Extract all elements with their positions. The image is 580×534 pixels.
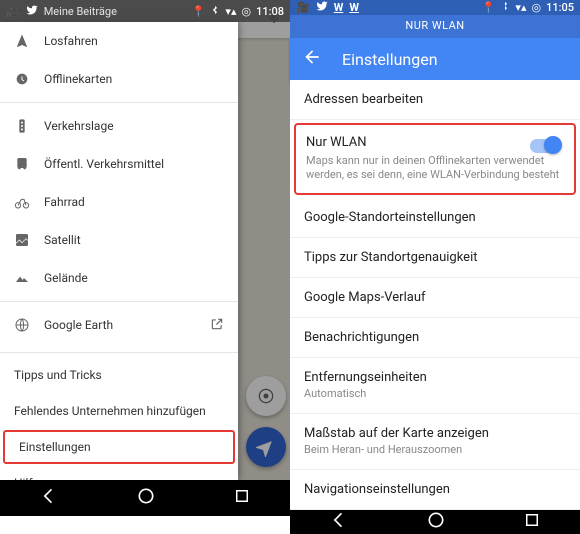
drawer-label: Satellit: [44, 233, 81, 247]
drawer-item-offlinekarten[interactable]: Offlinekarten: [0, 60, 238, 98]
drawer-item-transit[interactable]: Öffentl. Verkehrsmittel: [0, 145, 238, 183]
map-content: Losfahren Offlinekarten Verkehrslage Öff…: [0, 0, 290, 480]
appbar-title: Einstellungen: [342, 50, 438, 69]
drawer-item-traffic[interactable]: Verkehrslage: [0, 107, 238, 145]
setting-notifications[interactable]: Benachrichtigungen: [290, 318, 580, 358]
back-arrow-icon[interactable]: [302, 47, 322, 71]
bluetooth-icon: [210, 5, 220, 18]
twitter-icon: [316, 0, 328, 15]
navigate-icon: [14, 33, 44, 49]
settings-list: Adressen bearbeiten Nur WLAN Maps kann n…: [290, 80, 580, 510]
android-nav-bar: [290, 510, 580, 534]
traffic-icon: [14, 118, 44, 134]
wifi-toggle[interactable]: [530, 139, 560, 153]
recents-button[interactable]: [233, 487, 251, 509]
setting-title: Nur WLAN: [306, 135, 564, 150]
transit-icon: [14, 156, 44, 172]
right-screenshot: 🎥 W W 📍 ▾▴ ◎ 11:05 NUR WLAN Einstellunge…: [290, 0, 580, 516]
drawer-label: Gelände: [44, 271, 88, 285]
recents-button[interactable]: [523, 511, 541, 533]
divider: [0, 301, 238, 302]
drawer-label: Losfahren: [44, 34, 98, 48]
setting-subtitle: Automatisch: [304, 387, 566, 401]
drawer-label: Öffentl. Verkehrsmittel: [44, 157, 164, 171]
back-button[interactable]: [39, 486, 59, 510]
back-button[interactable]: [329, 510, 349, 534]
target-icon: ◎: [241, 5, 251, 18]
setting-history[interactable]: Google Maps-Verlauf: [290, 278, 580, 318]
divider: [0, 352, 238, 353]
drawer-add-business[interactable]: Fehlendes Unternehmen hinzufügen: [0, 393, 238, 429]
setting-subtitle: Beim Heran- und Herauszoomen: [304, 443, 566, 457]
drawer-help[interactable]: Hilfe: [0, 465, 238, 480]
home-button[interactable]: [136, 486, 156, 510]
bike-icon: [14, 194, 44, 210]
drawer-item-bike[interactable]: Fahrrad: [0, 183, 238, 221]
offline-maps-link[interactable]: deinen Offlinekarten: [393, 154, 491, 167]
setting-edit-addresses[interactable]: Adressen bearbeiten: [290, 80, 580, 120]
location-icon: 📍: [482, 1, 496, 14]
wifi-banner: NUR WLAN: [290, 15, 580, 38]
app-bar: Einstellungen: [290, 38, 580, 80]
status-bar-right: 🎥 W W 📍 ▾▴ ◎ 11:05: [290, 0, 580, 15]
left-screenshot: 🎥 Meine Beiträge 📍 ▾▴ ◎ 11:08: [0, 0, 290, 516]
home-button[interactable]: [426, 510, 446, 534]
drawer-item-losfahren[interactable]: Losfahren: [0, 22, 238, 60]
setting-navigation[interactable]: Navigationseinstellungen: [290, 470, 580, 510]
drawer-item-satellite[interactable]: Satellit: [0, 221, 238, 259]
drawer-item-terrain[interactable]: Gelände: [0, 259, 238, 297]
open-external-icon: [210, 317, 224, 334]
status-bar-left: 🎥 Meine Beiträge 📍 ▾▴ ◎ 11:08: [0, 0, 290, 22]
setting-location[interactable]: Google-Standorteinstellungen: [290, 198, 580, 238]
setting-subtitle: Maps kann nur in deinen Offlinekarten ve…: [306, 154, 564, 183]
status-title: Meine Beiträge: [44, 5, 117, 18]
satellite-icon: [14, 232, 44, 248]
android-nav-bar: [0, 480, 290, 516]
location-icon: 📍: [192, 5, 206, 18]
terrain-icon: [14, 270, 44, 286]
drawer-tips[interactable]: Tipps und Tricks: [0, 357, 238, 393]
clock: 11:08: [256, 5, 284, 18]
target-icon: ◎: [531, 1, 541, 14]
drawer-label: Offlinekarten: [44, 72, 112, 86]
drawer-label: Verkehrslage: [44, 119, 114, 133]
bluetooth-icon: [500, 1, 510, 14]
drawer-settings[interactable]: Einstellungen: [3, 430, 235, 464]
setting-distance-units[interactable]: Entfernungseinheiten Automatisch: [290, 358, 580, 414]
clock: 11:05: [546, 1, 574, 14]
earth-icon: [14, 317, 44, 333]
setting-scale[interactable]: Maßstab auf der Karte anzeigen Beim Hera…: [290, 414, 580, 470]
offline-icon: [14, 71, 44, 87]
twitter-icon: [26, 4, 38, 19]
drawer-item-earth[interactable]: Google Earth: [0, 306, 238, 344]
drawer-label: Fahrrad: [44, 195, 85, 209]
setting-wifi-only[interactable]: Nur WLAN Maps kann nur in deinen Offline…: [294, 123, 576, 195]
drawer-label: Google Earth: [44, 318, 113, 332]
divider: [0, 102, 238, 103]
setting-accuracy-tips[interactable]: Tipps zur Standortgenauigkeit: [290, 238, 580, 278]
navigation-drawer: Losfahren Offlinekarten Verkehrslage Öff…: [0, 22, 238, 480]
